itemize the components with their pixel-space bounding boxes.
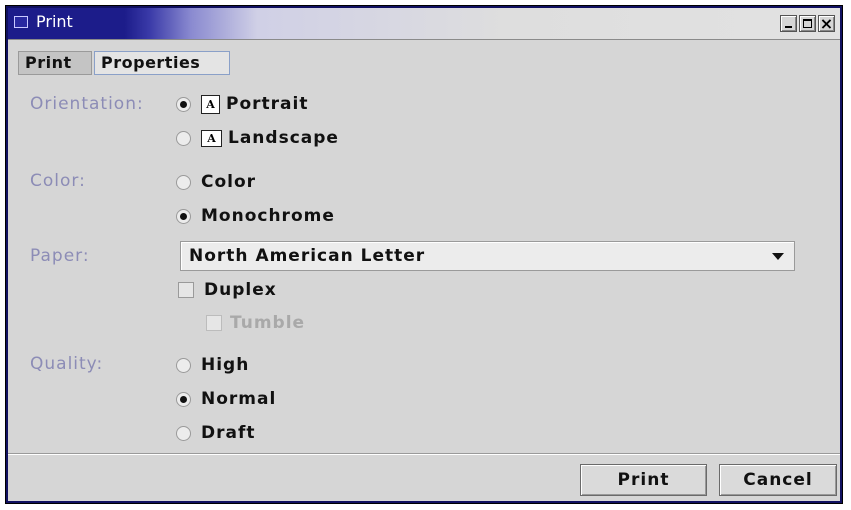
portrait-label: Portrait xyxy=(226,94,309,114)
monochrome-option[interactable]: Monochrome xyxy=(176,204,335,228)
quality-label: Quality: xyxy=(30,354,104,374)
print-button[interactable]: Print xyxy=(580,464,707,496)
close-button[interactable]: × xyxy=(818,15,835,32)
tumble-checkbox xyxy=(206,315,222,331)
tumble-label: Tumble xyxy=(230,313,306,333)
close-icon: × xyxy=(819,13,834,33)
landscape-radio[interactable] xyxy=(176,130,191,146)
color-option[interactable]: Color xyxy=(176,170,256,194)
high-label: High xyxy=(201,355,250,375)
normal-label: Normal xyxy=(201,389,277,409)
monochrome-radio[interactable] xyxy=(176,208,191,224)
minimize-button[interactable] xyxy=(780,15,797,32)
landscape-option[interactable]: A Landscape xyxy=(176,126,339,150)
duplex-label: Duplex xyxy=(204,280,277,300)
chevron-down-icon[interactable] xyxy=(772,253,784,260)
duplex-option[interactable]: Duplex xyxy=(178,278,277,302)
paper-select-value: North American Letter xyxy=(189,246,426,266)
color-label: Color: xyxy=(30,171,86,191)
window-icon xyxy=(14,16,28,28)
portrait-page-icon: A xyxy=(201,94,220,114)
draft-label: Draft xyxy=(201,423,256,443)
paper-label: Paper: xyxy=(30,246,90,266)
monochrome-label: Monochrome xyxy=(201,206,335,226)
color-option-label: Color xyxy=(201,172,257,192)
draft-option[interactable]: Draft xyxy=(176,421,256,445)
tab-print[interactable]: Print xyxy=(18,51,92,75)
duplex-checkbox[interactable] xyxy=(178,282,194,298)
cancel-button[interactable]: Cancel xyxy=(719,464,837,496)
portrait-option[interactable]: A Portrait xyxy=(176,92,308,116)
landscape-page-icon: A xyxy=(201,129,222,147)
high-radio[interactable] xyxy=(176,357,191,373)
orientation-label: Orientation: xyxy=(30,94,144,114)
normal-option[interactable]: Normal xyxy=(176,387,276,411)
draft-radio[interactable] xyxy=(176,425,191,441)
normal-radio[interactable] xyxy=(176,391,191,407)
print-dialog-window: Print × Print Properties Orientation: A … xyxy=(5,5,843,504)
title-bar[interactable]: Print × xyxy=(8,8,840,40)
tumble-option: Tumble xyxy=(206,311,305,335)
tab-properties[interactable]: Properties xyxy=(94,51,230,75)
paper-select[interactable]: North American Letter xyxy=(180,241,795,271)
landscape-label: Landscape xyxy=(228,128,339,148)
high-option[interactable]: High xyxy=(176,353,249,377)
color-radio[interactable] xyxy=(176,174,191,190)
maximize-button[interactable] xyxy=(799,15,816,32)
window-title: Print xyxy=(36,12,73,31)
portrait-radio[interactable] xyxy=(176,96,191,112)
footer-divider xyxy=(8,453,840,455)
